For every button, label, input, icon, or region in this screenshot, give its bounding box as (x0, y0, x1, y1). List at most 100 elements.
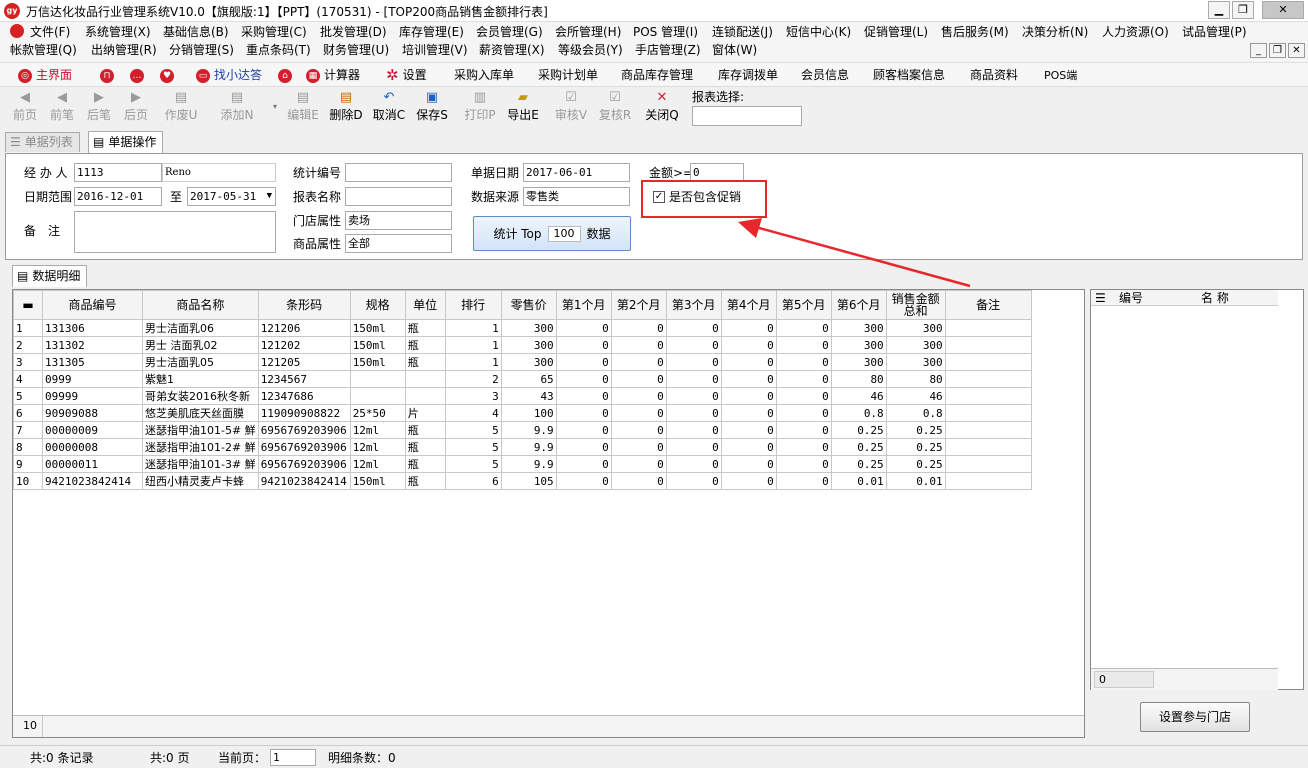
table-cell[interactable]: 0 (665, 421, 722, 439)
table-cell[interactable]: 迷瑟指甲油101-2# 鮮 (142, 438, 259, 456)
table-cell[interactable]: 哥弟女装2016秋冬新 (142, 387, 259, 405)
table-cell[interactable]: 男士 洁面乳02 (142, 336, 259, 354)
set-stores-button[interactable]: 设置参与门店 (1140, 702, 1250, 732)
table-cell[interactable]: 0 (610, 438, 667, 456)
export-button[interactable]: ▰ 导出E (504, 90, 542, 126)
table-cell[interactable] (404, 370, 446, 388)
table-cell[interactable]: 6956769203906 (257, 438, 351, 456)
table-cell[interactable] (944, 421, 1032, 439)
table-cell[interactable]: 1 (444, 336, 502, 354)
table-cell[interactable]: 121206 (257, 319, 351, 337)
table-cell[interactable]: 100 (500, 404, 557, 422)
table-cell[interactable]: 紫魅1 (142, 370, 259, 388)
table-cell[interactable]: 瓶 (404, 421, 446, 439)
table-cell[interactable]: 0.25 (830, 438, 887, 456)
table-cell[interactable]: 0 (775, 421, 832, 439)
table-cell[interactable]: 0 (555, 421, 612, 439)
add-dropdown-icon[interactable]: ▾ (273, 102, 277, 111)
table-cell[interactable]: 瓶 (404, 472, 446, 490)
lock-button[interactable]: ⊓ (100, 66, 114, 85)
table-cell[interactable]: 0999 (42, 370, 143, 388)
column-header[interactable]: 第3个月 (665, 290, 722, 320)
table-cell[interactable]: 300 (500, 319, 557, 337)
table-cell[interactable]: 0 (665, 472, 722, 490)
menu_row1-15[interactable]: 试品管理(P) (1182, 23, 1247, 41)
quick-link-7[interactable]: POS端 (1044, 66, 1077, 85)
column-header[interactable]: 销售金额总和 (885, 290, 946, 320)
row-number-cell[interactable]: 1 (13, 319, 43, 337)
table-cell[interactable] (944, 438, 1032, 456)
table-cell[interactable]: 0 (775, 336, 832, 354)
table-cell[interactable]: 男士洁面乳06 (142, 319, 259, 337)
main-screen-button[interactable]: ◎ 主界面 (18, 66, 72, 85)
column-header[interactable]: 商品名称 (142, 290, 259, 320)
table-cell[interactable]: 300 (830, 336, 887, 354)
column-header[interactable]: 第5个月 (775, 290, 832, 320)
table-cell[interactable]: 0 (555, 353, 612, 371)
table-cell[interactable]: 00000011 (42, 455, 143, 473)
table-cell[interactable]: 0 (775, 387, 832, 405)
message-button[interactable]: … (130, 66, 144, 85)
table-cell[interactable]: 6956769203906 (257, 455, 351, 473)
mdi-close-icon[interactable]: ✕ (1288, 43, 1305, 58)
menu_row1-9[interactable]: 连锁配送(J) (712, 23, 773, 41)
print-button[interactable]: ▥ 打印P (461, 90, 499, 126)
row-selector-header[interactable]: ▬ (13, 290, 43, 320)
table-cell[interactable]: 0.25 (885, 455, 946, 473)
table-cell[interactable]: 0 (665, 455, 722, 473)
table-cell[interactable]: 131305 (42, 353, 143, 371)
menu_row1-3[interactable]: 采购管理(C) (241, 23, 307, 41)
table-cell[interactable]: 9421023842414 (42, 472, 143, 490)
table-cell[interactable]: 12ml (349, 438, 406, 456)
menu_row1-2[interactable]: 基础信息(B) (163, 23, 229, 41)
table-cell[interactable] (349, 387, 406, 405)
restore-icon[interactable]: ❐ (1232, 1, 1254, 19)
shield-button[interactable]: ♥ (160, 66, 174, 85)
table-cell[interactable]: 0 (555, 336, 612, 354)
table-cell[interactable]: 0 (665, 319, 722, 337)
calculator-button[interactable]: ▦ 计算器 (306, 66, 360, 85)
menu_row2-6[interactable]: 薪资管理(X) (479, 41, 545, 59)
table-cell[interactable]: 0 (720, 455, 777, 473)
top-count-input[interactable]: 100 (547, 225, 581, 242)
first-page-button[interactable]: ◀ 前页 (6, 90, 44, 126)
table-cell[interactable]: 0 (775, 438, 832, 456)
column-header[interactable]: 第1个月 (555, 290, 612, 320)
table-cell[interactable]: 0 (555, 455, 612, 473)
table-cell[interactable]: 0 (555, 387, 612, 405)
row-number-cell[interactable]: 7 (13, 421, 43, 439)
table-cell[interactable]: 6 (444, 472, 502, 490)
table-cell[interactable]: 0 (610, 319, 667, 337)
table-cell[interactable]: 0 (720, 370, 777, 388)
table-row[interactable]: 8 00000008 迷瑟指甲油101-2# 鮮 6956769203906 12ml 瓶… (13, 438, 1032, 456)
table-cell[interactable]: 5 (444, 438, 502, 456)
table-cell[interactable]: 0 (720, 387, 777, 405)
row-number-cell[interactable]: 3 (13, 353, 43, 371)
table-cell[interactable]: 0 (775, 404, 832, 422)
table-cell[interactable]: 300 (885, 336, 946, 354)
quick-link-3[interactable]: 库存调拨单 (718, 66, 778, 85)
table-cell[interactable]: 150ml (349, 472, 406, 490)
table-row[interactable]: 5 09999 哥弟女装2016秋冬新 12347686 3 43 0 0 0 0 0 46 46 (13, 387, 1032, 405)
table-cell[interactable]: 0 (720, 353, 777, 371)
menu_row1-5[interactable]: 库存管理(E) (399, 23, 464, 41)
table-cell[interactable] (944, 455, 1032, 473)
table-row[interactable]: 1 131306 男士洁面乳06 121206 150ml 瓶 1 300 0 0 0 0 0 300 30… (13, 319, 1032, 337)
settings-button[interactable]: ✲ 设置 (386, 66, 427, 85)
table-cell[interactable]: 150ml (349, 336, 406, 354)
report-name-input[interactable] (345, 187, 452, 206)
column-header[interactable]: 条形码 (257, 290, 351, 320)
menu_row1-0[interactable]: 文件(F) (30, 23, 70, 41)
menu_row2-7[interactable]: 等级会员(Y) (558, 41, 623, 59)
table-cell[interactable]: 09999 (42, 387, 143, 405)
table-cell[interactable] (944, 336, 1032, 354)
table-cell[interactable]: 12ml (349, 455, 406, 473)
table-cell[interactable]: 0.25 (830, 421, 887, 439)
reaudit-button[interactable]: ☑ 复核R (596, 90, 634, 126)
table-cell[interactable]: 5 (444, 421, 502, 439)
report-select-input[interactable] (692, 106, 802, 126)
table-cell[interactable]: 131302 (42, 336, 143, 354)
table-cell[interactable]: 0 (610, 472, 667, 490)
table-cell[interactable]: 150ml (349, 319, 406, 337)
tab-doc-list[interactable]: ☰ 单据列表 (5, 132, 80, 152)
